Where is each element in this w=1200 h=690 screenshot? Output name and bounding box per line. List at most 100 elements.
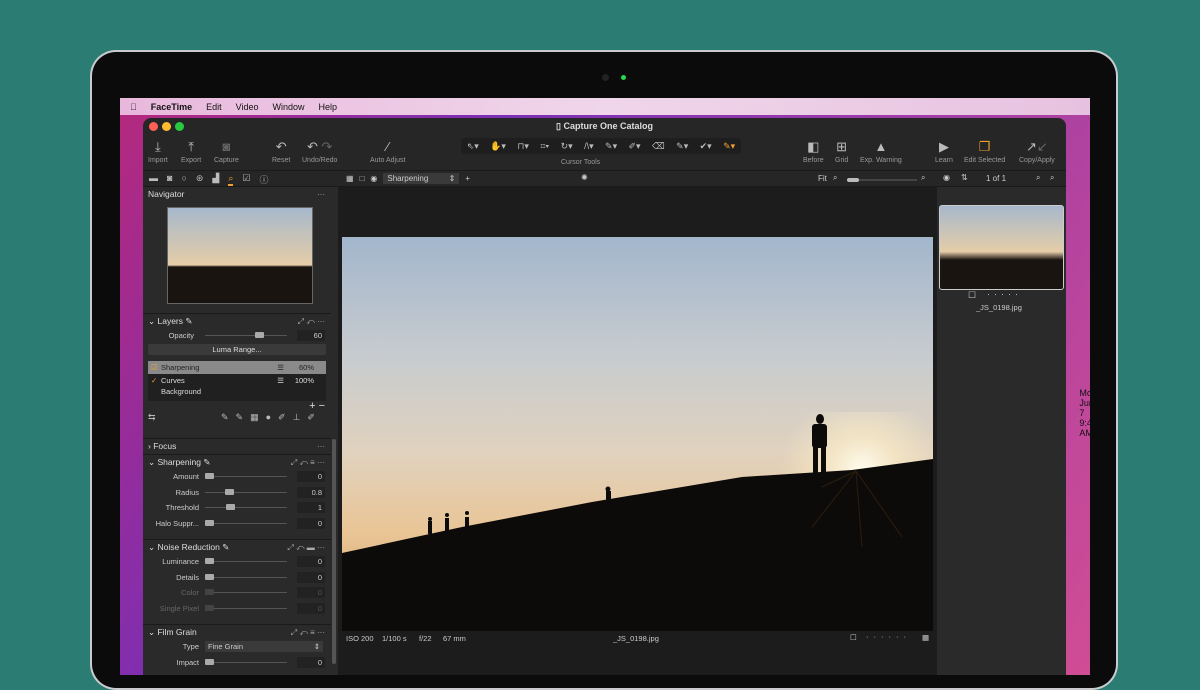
opacity-value[interactable]: 60	[297, 330, 325, 341]
section-tools[interactable]: ⤢ ↶ ≡ ···	[291, 455, 325, 470]
grain-type-select[interactable]: Fine Grain ⇕	[205, 641, 323, 652]
opacity-slider[interactable]	[205, 335, 287, 336]
layer-select[interactable]: Sharpening ⇕	[383, 173, 460, 184]
crop-tool-icon[interactable]: ⌗▾	[540, 141, 549, 152]
proof-view-icon[interactable]: ◉	[370, 174, 377, 183]
row-value[interactable]: 0	[297, 602, 325, 614]
menu-window[interactable]: Window	[272, 102, 304, 112]
zoom-out-icon[interactable]: ⌕	[833, 173, 837, 183]
layers-header[interactable]: ⌄ Layers ✎ ⤢ ↶ ···	[143, 313, 331, 328]
noise-header[interactable]: ⌄ Noise Reduction ✎ ⤢ ↶ ▬ ···	[143, 539, 331, 554]
select-tool-icon[interactable]: ⇖▾	[467, 141, 479, 152]
slider-knob[interactable]	[226, 504, 235, 510]
color-tab-icon[interactable]: ⊛	[196, 173, 204, 186]
exp-warning-button[interactable]: ▲ Exp. Warning	[860, 137, 902, 164]
heal-tool-icon[interactable]: ✔▾	[700, 141, 712, 152]
grid-view-icon[interactable]: ▦	[346, 174, 354, 183]
export-button[interactable]: ⤒ Export	[181, 137, 201, 164]
learn-button[interactable]: ▶ Learn	[935, 137, 953, 164]
close-button[interactable]	[149, 122, 158, 131]
capture-button[interactable]: ◙ Capture	[214, 137, 239, 164]
add-remove-layer[interactable]: + −	[143, 400, 331, 412]
row-value[interactable]: 0	[297, 517, 325, 529]
search-browser-icon[interactable]: ⌕	[1036, 173, 1040, 183]
slider-knob[interactable]	[205, 589, 214, 595]
slider[interactable]	[205, 507, 287, 508]
annotate-tool-icon[interactable]: ✎▾	[723, 141, 735, 152]
checkbox-icon[interactable]: ☑	[151, 361, 158, 374]
grid-button[interactable]: ⊞ Grid	[835, 137, 848, 164]
layers-header-tools[interactable]: ⤢ ↶ ···	[298, 314, 325, 329]
menu-edit[interactable]: Edit	[206, 102, 222, 112]
menu-app[interactable]: FaceTime	[151, 102, 192, 112]
layer-item[interactable]: ✓ Curves 100% ☰	[148, 374, 326, 387]
zoom-slider[interactable]	[847, 178, 917, 182]
menu-help[interactable]: Help	[319, 102, 338, 112]
panel-scrollbar[interactable]	[332, 439, 336, 664]
slider-knob[interactable]	[205, 519, 214, 526]
edit-selected-button[interactable]: ❐ Edit Selected	[964, 137, 1005, 164]
row-value[interactable]: 0	[297, 587, 325, 598]
add-layer-icon[interactable]: +	[465, 174, 470, 183]
details-tab-icon[interactable]: ⌕	[228, 173, 234, 186]
adjust-icon[interactable]: ☰	[277, 374, 284, 387]
minimize-button[interactable]	[162, 122, 171, 131]
slider-knob[interactable]	[205, 604, 214, 611]
copy-apply-button[interactable]: ↗↙ Copy/Apply	[1019, 137, 1055, 164]
brush-tool-icon[interactable]: ✐▾	[629, 141, 641, 152]
picker-tool-icon[interactable]: ✎▾	[605, 141, 617, 152]
exposure-tab-icon[interactable]: ▟	[212, 173, 219, 186]
row-value[interactable]: 0	[297, 471, 325, 482]
library-tab-icon[interactable]: ▬	[149, 173, 158, 186]
slider[interactable]	[205, 522, 287, 524]
single-view-icon[interactable]: □	[360, 174, 365, 183]
more-icon[interactable]: ···	[317, 439, 325, 454]
slider[interactable]	[205, 592, 287, 593]
check-icon[interactable]: ✓	[151, 374, 157, 387]
zoom-fit[interactable]: Fit	[818, 174, 827, 183]
star-rating[interactable]: ······	[866, 632, 911, 641]
rotate-tool-icon[interactable]: ↻▾	[561, 141, 573, 152]
pen-tool-icon[interactable]: ✎▾	[676, 141, 688, 152]
slider[interactable]	[205, 561, 287, 562]
erase-tool-icon[interactable]: ⌫	[652, 141, 665, 152]
opacity-knob[interactable]	[255, 332, 264, 338]
zoom-in-icon[interactable]: ⌕	[921, 173, 925, 183]
pan-tool-icon[interactable]: ✋▾	[490, 141, 506, 152]
datetime[interactable]: Mon Jun 7 9:41 AM	[1079, 388, 1090, 438]
sharpening-header[interactable]: ⌄ Sharpening ✎ ⤢ ↶ ≡ ···	[143, 454, 331, 469]
film-grain-header[interactable]: ⌄ Film Grain ⤢ ↶ ≡ ···	[143, 624, 331, 639]
slider[interactable]	[205, 607, 287, 609]
navigator-thumbnail[interactable]	[167, 207, 313, 304]
row-value[interactable]: 0	[297, 556, 325, 567]
adjustments-tab-icon[interactable]: ☑	[242, 173, 250, 186]
thumbnail-checkbox[interactable]: ☐	[968, 290, 976, 301]
focus-header[interactable]: › Focus ···	[143, 438, 331, 453]
color-tag-icon[interactable]: ▦	[922, 633, 929, 642]
loupe-tool-icon[interactable]: ⊓▾	[517, 141, 529, 152]
sort-icon[interactable]: ⇅	[961, 173, 968, 182]
capture-tab-icon[interactable]: ◙	[167, 173, 172, 186]
slider-knob[interactable]	[205, 573, 214, 580]
thumbnail[interactable]	[939, 205, 1064, 290]
navigator-header[interactable]: Navigator ···	[143, 187, 331, 202]
eye-icon[interactable]: ◉	[943, 173, 950, 182]
thumbnail-rating[interactable]: ·····	[987, 289, 1022, 299]
metadata-tab-icon[interactable]: ⓘ	[259, 173, 268, 186]
layer-item[interactable]: ☑ Sharpening 60% ☰	[148, 360, 326, 374]
row-value[interactable]: 0	[297, 571, 325, 583]
browser-zoom-icon[interactable]: ⌕	[1050, 173, 1054, 183]
slider-knob[interactable]	[205, 473, 214, 479]
slider[interactable]	[205, 661, 287, 663]
row-value[interactable]: 0.8	[297, 486, 325, 498]
before-button[interactable]: ◧ Before	[803, 137, 824, 164]
swap-icon[interactable]: ⇆	[148, 412, 156, 423]
slider[interactable]	[205, 491, 287, 493]
slider[interactable]	[205, 576, 287, 578]
slider[interactable]	[205, 476, 287, 477]
keystone-tool-icon[interactable]: /\▾	[584, 141, 594, 152]
slider-knob[interactable]	[205, 658, 214, 665]
auto-adjust-button[interactable]: ⁄ Auto Adjust	[370, 137, 405, 164]
mask-tools-icon[interactable]: ✎✎▦●✐⊥✐	[221, 412, 322, 423]
zoom-button[interactable]	[175, 122, 184, 131]
